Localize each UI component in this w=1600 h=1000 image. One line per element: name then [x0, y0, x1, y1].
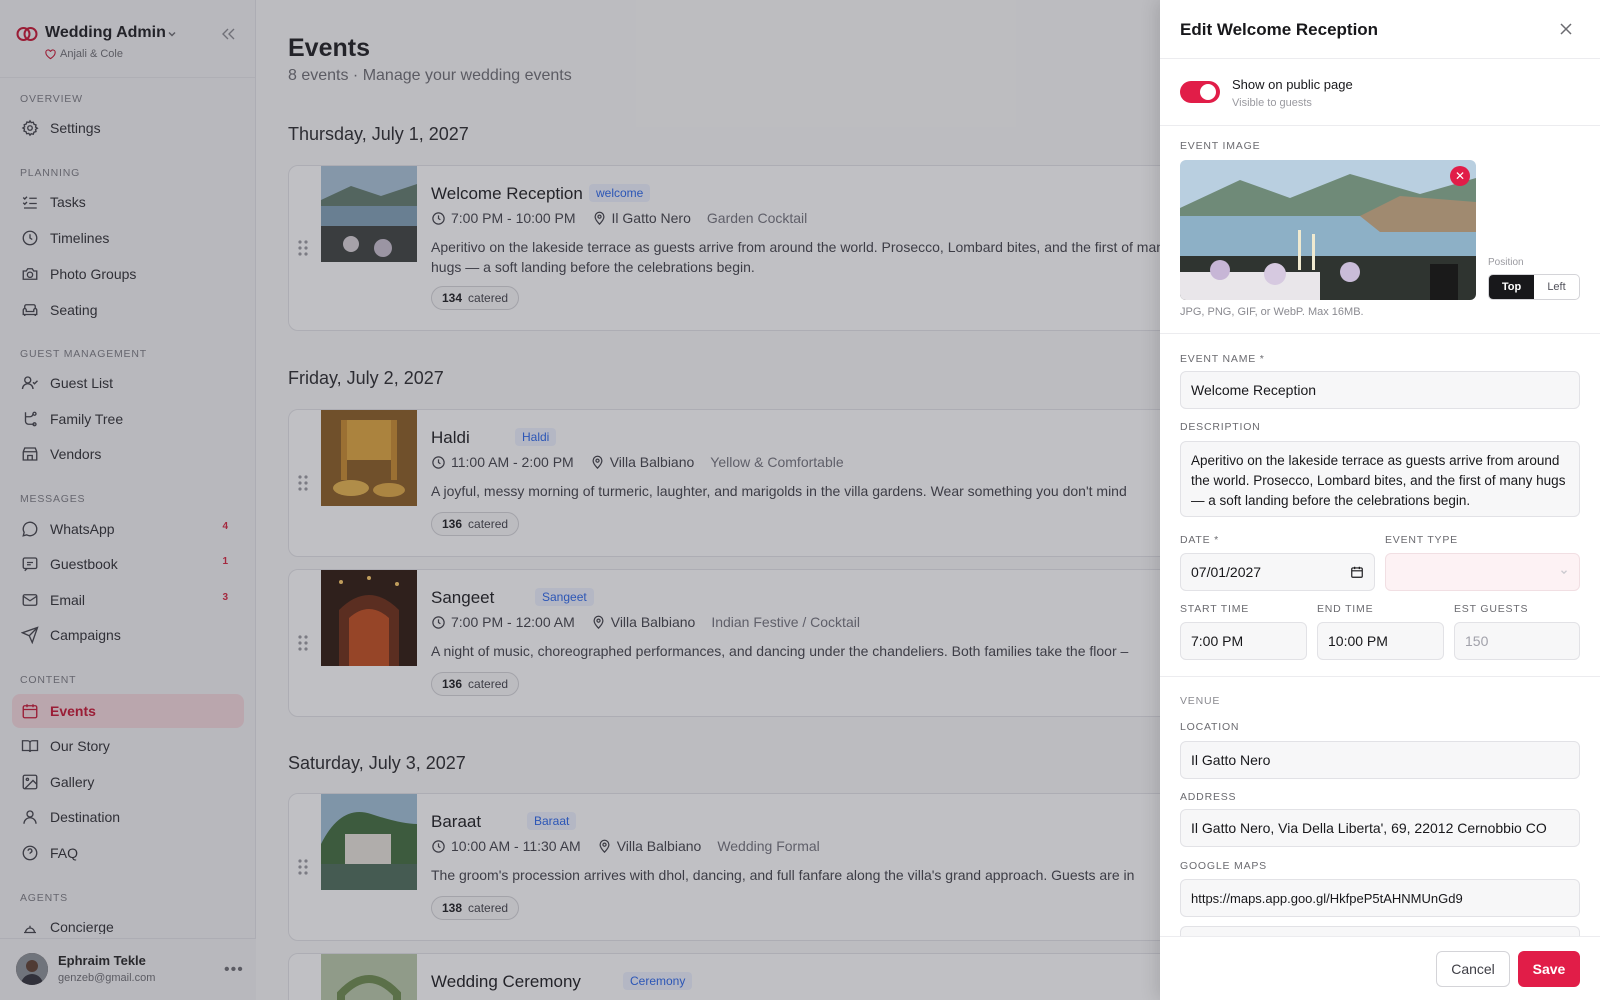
toggle-label: Show on public page [1232, 77, 1353, 92]
address-label: ADDRESS [1180, 791, 1237, 803]
edit-event-panel: Edit Welcome Reception Show on public pa… [1160, 0, 1600, 1000]
location-label: LOCATION [1180, 721, 1240, 733]
next-input-partial[interactable] [1180, 926, 1580, 936]
divider [1160, 125, 1600, 126]
est-guests-input[interactable]: 150 [1454, 622, 1580, 660]
start-time-label: START TIME [1180, 603, 1250, 615]
est-guests-label: EST GUESTS [1454, 603, 1529, 615]
position-left-option[interactable]: Left [1534, 275, 1579, 299]
end-time-input[interactable]: 10:00 PM [1317, 622, 1444, 660]
position-toggle: Top Left [1488, 274, 1580, 300]
position-label: Position [1488, 257, 1524, 268]
event-image-label: EVENT IMAGE [1180, 140, 1261, 152]
save-button[interactable]: Save [1518, 951, 1580, 987]
public-page-toggle[interactable] [1180, 81, 1220, 103]
event-type-label: EVENT TYPE [1385, 534, 1458, 546]
end-time-label: END TIME [1317, 603, 1374, 615]
toggle-sublabel: Visible to guests [1232, 97, 1312, 109]
modal-backdrop[interactable] [0, 0, 1160, 1000]
panel-title: Edit Welcome Reception [1180, 20, 1379, 39]
google-maps-input[interactable]: https://maps.app.goo.gl/HkfpeP5tAHNMUnGd… [1180, 879, 1580, 917]
close-icon[interactable] [1559, 22, 1573, 36]
date-label: DATE * [1180, 534, 1220, 546]
google-maps-label: GOOGLE MAPS [1180, 860, 1267, 872]
position-top-option[interactable]: Top [1489, 275, 1534, 299]
event-image-preview[interactable] [1180, 160, 1476, 300]
cancel-button[interactable]: Cancel [1436, 951, 1510, 987]
description-label: DESCRIPTION [1180, 421, 1261, 433]
divider [1160, 333, 1600, 334]
chevron-down-icon [1561, 570, 1567, 575]
description-textarea[interactable]: Aperitivo on the lakeside terrace as gue… [1180, 441, 1580, 517]
date-value: 07/01/2027 [1191, 564, 1262, 580]
image-hint: JPG, PNG, GIF, or WebP. Max 16MB. [1180, 306, 1364, 318]
location-input[interactable]: Il Gatto Nero [1180, 741, 1580, 779]
event-type-select[interactable] [1385, 553, 1580, 591]
date-input[interactable]: 07/01/2027 [1180, 553, 1375, 591]
event-name-input[interactable]: Welcome Reception [1180, 371, 1580, 409]
divider [1160, 58, 1600, 59]
start-time-input[interactable]: 7:00 PM [1180, 622, 1307, 660]
event-name-label: EVENT NAME * [1180, 353, 1265, 365]
remove-image-button[interactable]: ✕ [1450, 166, 1470, 186]
address-input[interactable]: Il Gatto Nero, Via Della Liberta', 69, 2… [1180, 809, 1580, 847]
divider [1160, 676, 1600, 677]
panel-footer: Cancel Save [1160, 936, 1600, 1000]
venue-section-label: VENUE [1180, 695, 1221, 707]
calendar-icon[interactable] [1350, 565, 1364, 579]
